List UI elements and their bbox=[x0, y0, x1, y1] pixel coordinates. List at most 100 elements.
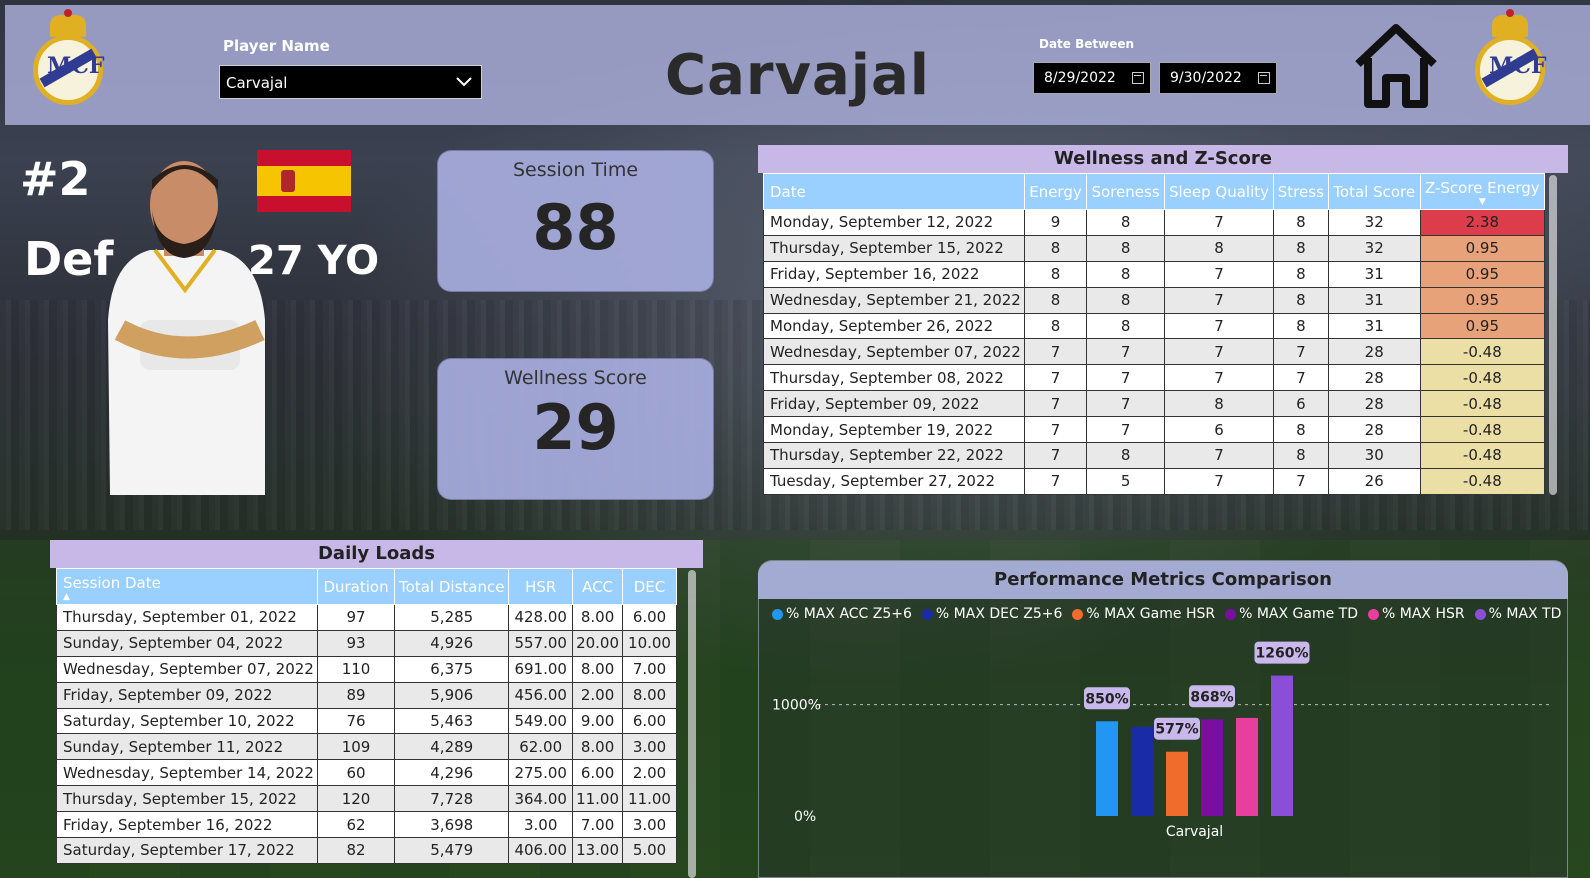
legend-item[interactable]: % MAX Game HSR bbox=[1072, 606, 1215, 622]
table-cell: 8.00 bbox=[572, 733, 624, 761]
table-row[interactable]: Friday, September 16, 2022 62 3,698 3.00 7.0… bbox=[56, 811, 677, 839]
club-crest-logo-right: MCF bbox=[1475, 9, 1546, 107]
table-row[interactable]: Saturday, September 10, 2022 76 5,463 549.0… bbox=[56, 707, 677, 735]
table-row[interactable]: Friday, September 09, 2022 7 7 8 6 28 -0.48 bbox=[763, 390, 1546, 418]
table-row[interactable]: Wednesday, September 07, 2022 110 6,375 691… bbox=[56, 655, 677, 683]
calendar-icon[interactable] bbox=[1132, 72, 1144, 84]
legend-item[interactable]: % MAX HSR bbox=[1368, 606, 1465, 622]
table-row[interactable]: Tuesday, September 27, 2022 7 5 7 7 26 -0.48 bbox=[763, 467, 1546, 495]
date-from-input[interactable]: 8/29/2022 bbox=[1033, 62, 1151, 94]
table-row[interactable]: Friday, September 16, 2022 8 8 7 8 31 0.95 bbox=[763, 260, 1546, 288]
table-cell: 7,728 bbox=[394, 785, 510, 813]
column-header[interactable]: Stress bbox=[1272, 173, 1329, 210]
legend-dot-icon bbox=[1072, 608, 1084, 620]
table-row[interactable]: Wednesday, September 07, 2022 7 7 7 7 28 -0.48 bbox=[763, 338, 1546, 366]
calendar-icon[interactable] bbox=[1258, 72, 1270, 84]
wellness-table-title: Wellness and Z-Score bbox=[758, 145, 1568, 173]
bar[interactable] bbox=[1236, 717, 1258, 816]
table-cell: 5,906 bbox=[394, 681, 510, 709]
column-header[interactable]: HSR bbox=[508, 568, 574, 605]
data-label: 868% bbox=[1190, 689, 1233, 705]
table-row[interactable]: Monday, September 19, 2022 7 7 6 8 28 -0.48 bbox=[763, 416, 1546, 444]
table-cell: 7 bbox=[1164, 364, 1274, 392]
table-cell: 8 bbox=[1086, 286, 1166, 314]
table-cell: 32 bbox=[1327, 234, 1421, 262]
table-row[interactable]: Thursday, September 01, 2022 97 5,285 428.0… bbox=[56, 604, 677, 631]
table-cell: 13.00 bbox=[572, 837, 624, 864]
column-header[interactable]: ACC bbox=[572, 568, 624, 605]
player-photo bbox=[108, 161, 265, 495]
player-name-dropdown[interactable]: Carvajal bbox=[219, 65, 482, 99]
table-cell: 2.38 bbox=[1419, 209, 1546, 236]
bar[interactable] bbox=[1201, 719, 1223, 816]
column-header[interactable]: Date bbox=[763, 173, 1025, 210]
column-header[interactable]: Total Distance bbox=[394, 568, 510, 605]
y-tick-label: 1000% bbox=[772, 698, 821, 714]
table-cell: 7 bbox=[1086, 416, 1166, 444]
table-cell: 0.95 bbox=[1419, 260, 1546, 288]
table-row[interactable]: Sunday, September 04, 2022 93 4,926 557.00 2… bbox=[56, 629, 677, 657]
chevron-down-icon bbox=[456, 77, 472, 87]
column-header[interactable]: Sleep Quality bbox=[1164, 173, 1274, 210]
column-header[interactable]: Session Date ▲ bbox=[56, 568, 318, 605]
bar[interactable] bbox=[1271, 675, 1293, 816]
table-row[interactable]: Monday, September 26, 2022 8 8 7 8 31 0.95 bbox=[763, 312, 1546, 340]
table-cell: Wednesday, September 07, 2022 bbox=[56, 655, 318, 683]
table-row[interactable]: Wednesday, September 14, 2022 60 4,296 275.… bbox=[56, 759, 677, 787]
table-row[interactable]: Wednesday, September 21, 2022 8 8 7 8 31 0.95 bbox=[763, 286, 1546, 314]
legend-item[interactable]: % MAX Game TD bbox=[1225, 606, 1358, 622]
table-cell: 7.00 bbox=[622, 655, 677, 683]
column-header[interactable]: Soreness bbox=[1086, 173, 1166, 210]
date-between-label: Date Between bbox=[1039, 37, 1135, 51]
column-header[interactable]: Duration bbox=[316, 568, 396, 605]
legend-item[interactable]: % MAX DEC Z5+6 bbox=[921, 606, 1062, 622]
table-cell: 8.00 bbox=[572, 604, 624, 631]
table-cell: 557.00 bbox=[508, 629, 574, 657]
table-row[interactable]: Sunday, September 11, 2022 109 4,289 62.00 8… bbox=[56, 733, 677, 761]
session-time-card: Session Time 88 bbox=[437, 150, 714, 292]
table-cell: Friday, September 09, 2022 bbox=[56, 681, 318, 709]
daily-loads-title: Daily Loads bbox=[50, 540, 703, 568]
table-cell: 6 bbox=[1164, 416, 1274, 444]
column-header[interactable]: Energy bbox=[1023, 173, 1088, 210]
table-row[interactable]: Thursday, September 08, 2022 7 7 7 7 28 -0.48 bbox=[763, 364, 1546, 392]
table-row[interactable]: Saturday, September 17, 2022 82 5,479 406.0… bbox=[56, 837, 677, 864]
table-row[interactable]: Thursday, September 15, 2022 120 7,728 364.… bbox=[56, 785, 677, 813]
daily-loads-scrollbar[interactable] bbox=[688, 570, 696, 878]
table-cell: 428.00 bbox=[508, 604, 574, 631]
legend-item[interactable]: % MAX ACC Z5+6 bbox=[772, 606, 912, 622]
table-cell: Thursday, September 15, 2022 bbox=[56, 785, 318, 813]
table-row[interactable]: Friday, September 09, 2022 89 5,906 456.00 2… bbox=[56, 681, 677, 709]
wellness-table-scrollbar[interactable] bbox=[1549, 175, 1557, 495]
table-cell: Monday, September 19, 2022 bbox=[763, 416, 1025, 444]
table-cell: 4,289 bbox=[394, 733, 510, 761]
date-from-value: 8/29/2022 bbox=[1044, 70, 1116, 86]
table-row[interactable]: Thursday, September 15, 2022 8 8 8 8 32 0.95 bbox=[763, 234, 1546, 262]
table-cell: 7 bbox=[1086, 390, 1166, 418]
bar[interactable] bbox=[1096, 721, 1118, 816]
table-cell: 5.00 bbox=[622, 837, 677, 864]
table-cell: Monday, September 12, 2022 bbox=[763, 209, 1025, 236]
legend-label: % MAX TD bbox=[1488, 606, 1562, 622]
table-row[interactable]: Monday, September 12, 2022 9 8 7 8 32 2.38 bbox=[763, 209, 1546, 236]
table-row[interactable]: Thursday, September 22, 2022 7 8 7 8 30 -0.48 bbox=[763, 442, 1546, 469]
column-header[interactable]: Z-Score Energy ▼ bbox=[1419, 173, 1546, 210]
column-header[interactable]: Total Score bbox=[1327, 173, 1421, 210]
legend-label: % MAX HSR bbox=[1382, 606, 1465, 622]
table-cell: 8 bbox=[1023, 260, 1088, 288]
table-cell: 8 bbox=[1086, 312, 1166, 340]
bar[interactable] bbox=[1166, 751, 1188, 816]
table-cell: 8 bbox=[1272, 209, 1329, 236]
table-cell: 2.00 bbox=[572, 681, 624, 709]
column-header[interactable]: DEC bbox=[622, 568, 677, 605]
wellness-score-label: Wellness Score bbox=[504, 367, 647, 389]
date-to-input[interactable]: 9/30/2022 bbox=[1159, 62, 1277, 94]
daily-loads-table: Session Date ▲ Duration Total Distance HSR AC… bbox=[56, 568, 677, 864]
home-icon[interactable] bbox=[1352, 22, 1440, 108]
legend-item[interactable]: % MAX TD bbox=[1474, 606, 1562, 622]
table-cell: 8 bbox=[1086, 234, 1166, 262]
y-tick-label: 0% bbox=[794, 809, 816, 825]
table-cell: 10.00 bbox=[622, 629, 677, 657]
bar[interactable] bbox=[1131, 726, 1153, 816]
table-cell: 26 bbox=[1327, 467, 1421, 495]
